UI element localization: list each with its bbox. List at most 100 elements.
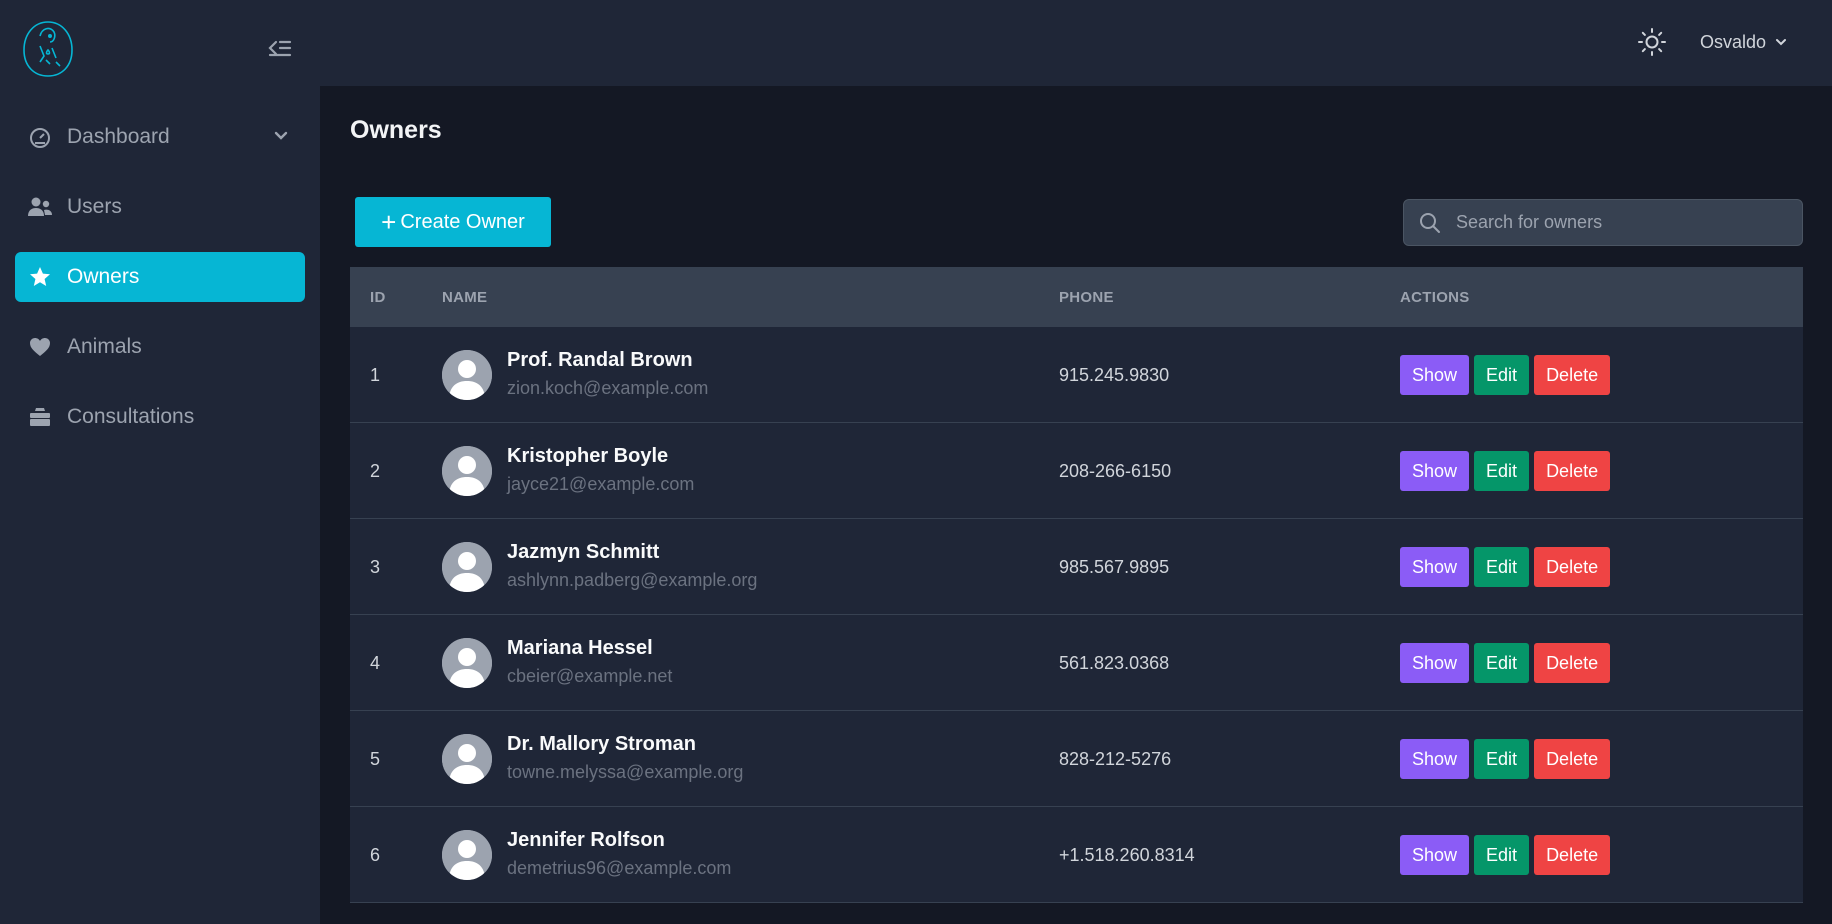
- sidebar-item-label: Consultations: [67, 405, 195, 428]
- avatar: [442, 638, 492, 688]
- owner-id: 1: [370, 365, 381, 385]
- create-owner-label: Create Owner: [400, 210, 525, 233]
- show-button[interactable]: Show: [1400, 451, 1470, 491]
- owner-name-block: Jennifer Rolfson demetrius96@example.com: [507, 829, 731, 879]
- show-button[interactable]: Show: [1400, 739, 1470, 779]
- sidebar-item-animals[interactable]: Animals: [15, 322, 305, 372]
- users-icon: [27, 194, 53, 220]
- show-button[interactable]: Show: [1400, 547, 1470, 587]
- chevron-down-icon[interactable]: [271, 126, 291, 146]
- row-actions: Show Edit Delete: [1400, 739, 1611, 779]
- owner-name: Prof. Randal Brown: [507, 349, 693, 371]
- search-input[interactable]: [1456, 212, 1786, 233]
- row-actions: Show Edit Delete: [1400, 355, 1611, 395]
- table-row: 5 Dr. Mallory Stroman towne.melyssa@exampl…: [350, 711, 1803, 807]
- owner-id: 5: [370, 749, 381, 769]
- owner-name-block: Prof. Randal Brown zion.koch@example.com: [507, 349, 708, 399]
- owner-id: 3: [370, 557, 381, 577]
- owner-phone: 915.245.9830: [1059, 365, 1170, 385]
- delete-button[interactable]: Delete: [1534, 739, 1611, 779]
- user-menu[interactable]: Osvaldo: [1700, 28, 1788, 56]
- row-actions: Show Edit Delete: [1400, 835, 1611, 875]
- avatar: [442, 350, 492, 400]
- owners-table: ID NAME PHONE ACTIONS 1 Prof. Randal Brow…: [350, 267, 1803, 903]
- sidebar-item-owners[interactable]: Owners: [15, 252, 305, 302]
- avatar: [442, 446, 492, 496]
- sidebar-item-label: Animals: [67, 335, 142, 358]
- delete-button[interactable]: Delete: [1534, 451, 1611, 491]
- row-actions: Show Edit Delete: [1400, 451, 1611, 491]
- row-actions: Show Edit Delete: [1400, 643, 1611, 683]
- sidebar-item-label: Users: [67, 195, 122, 218]
- owner-name: Dr. Mallory Stroman: [507, 733, 696, 755]
- owner-name: Kristopher Boyle: [507, 445, 669, 467]
- search-box[interactable]: [1403, 199, 1803, 246]
- table-row: 1 Prof. Randal Brown zion.koch@example.com…: [350, 327, 1803, 423]
- sidebar-item-dashboard[interactable]: Dashboard: [15, 112, 305, 162]
- edit-button[interactable]: Edit: [1474, 643, 1530, 683]
- owner-phone: 561.823.0368: [1059, 653, 1170, 673]
- avatar: [442, 830, 492, 880]
- table-row: 2 Kristopher Boyle jayce21@example.com 208-…: [350, 423, 1803, 519]
- owner-email: ashlynn.padberg@example.org: [507, 570, 758, 590]
- briefcase-icon: [27, 404, 53, 430]
- edit-button[interactable]: Edit: [1474, 355, 1530, 395]
- page-title: Owners: [350, 116, 442, 144]
- owner-email: jayce21@example.com: [507, 474, 695, 494]
- owner-name-block: Dr. Mallory Stroman towne.melyssa@example…: [507, 733, 743, 783]
- sidebar-item-label: Owners: [67, 265, 140, 288]
- table-header: ID NAME PHONE ACTIONS: [350, 267, 1803, 327]
- collapse-sidebar-icon[interactable]: [266, 36, 294, 60]
- show-button[interactable]: Show: [1400, 355, 1470, 395]
- owner-name: Jennifer Rolfson: [507, 829, 665, 851]
- owner-phone: 208-266-6150: [1059, 461, 1172, 481]
- delete-button[interactable]: Delete: [1534, 643, 1611, 683]
- owner-id: 6: [370, 845, 381, 865]
- sun-icon[interactable]: [1636, 26, 1668, 58]
- plus-icon: +: [381, 207, 397, 237]
- owner-email: zion.koch@example.com: [507, 378, 709, 398]
- edit-button[interactable]: Edit: [1474, 835, 1530, 875]
- create-owner-button[interactable]: + Create Owner: [355, 197, 551, 247]
- gauge-icon: [27, 124, 53, 150]
- column-header-actions: ACTIONS: [1400, 288, 1470, 306]
- sidebar-item-users[interactable]: Users: [15, 182, 305, 232]
- owner-email: towne.melyssa@example.org: [507, 762, 744, 782]
- owner-id: 2: [370, 461, 381, 481]
- top-header: Osvaldo: [320, 0, 1832, 86]
- avatar: [442, 542, 492, 592]
- delete-button[interactable]: Delete: [1534, 547, 1611, 587]
- edit-button[interactable]: Edit: [1474, 739, 1530, 779]
- avatar: [442, 734, 492, 784]
- owner-phone: 985.567.9895: [1059, 557, 1170, 577]
- heart-icon: [27, 334, 53, 360]
- owner-id: 4: [370, 653, 381, 673]
- logo-icon[interactable]: [20, 16, 76, 80]
- user-name: Osvaldo: [1700, 31, 1767, 52]
- edit-button[interactable]: Edit: [1474, 451, 1530, 491]
- show-button[interactable]: Show: [1400, 835, 1470, 875]
- owner-email: demetrius96@example.com: [507, 858, 732, 878]
- owner-name: Mariana Hessel: [507, 637, 653, 659]
- delete-button[interactable]: Delete: [1534, 835, 1611, 875]
- table-row: 3 Jazmyn Schmitt ashlynn.padberg@example.o…: [350, 519, 1803, 615]
- owner-phone: 828-212-5276: [1059, 749, 1172, 769]
- column-header-id: ID: [370, 288, 386, 306]
- row-actions: Show Edit Delete: [1400, 547, 1611, 587]
- column-header-phone: PHONE: [1059, 288, 1114, 306]
- show-button[interactable]: Show: [1400, 643, 1470, 683]
- delete-button[interactable]: Delete: [1534, 355, 1611, 395]
- sidebar-item-consultations[interactable]: Consultations: [15, 392, 305, 442]
- sidebar: Dashboard Users Owners Animals Consultat…: [0, 0, 320, 924]
- chevron-down-icon: [1776, 39, 1787, 46]
- column-header-name: NAME: [442, 288, 488, 306]
- table-row: 6 Jennifer Rolfson demetrius96@example.com…: [350, 807, 1803, 903]
- owner-name: Jazmyn Schmitt: [507, 541, 660, 563]
- edit-button[interactable]: Edit: [1474, 547, 1530, 587]
- table-row: 4 Mariana Hessel cbeier@example.net 561.823…: [350, 615, 1803, 711]
- owner-name-block: Kristopher Boyle jayce21@example.com: [507, 445, 694, 495]
- search-icon: [1418, 211, 1442, 235]
- table-body: 1 Prof. Randal Brown zion.koch@example.com…: [350, 327, 1803, 903]
- star-icon: [27, 264, 53, 290]
- owner-phone: +1.518.260.8314: [1059, 845, 1195, 865]
